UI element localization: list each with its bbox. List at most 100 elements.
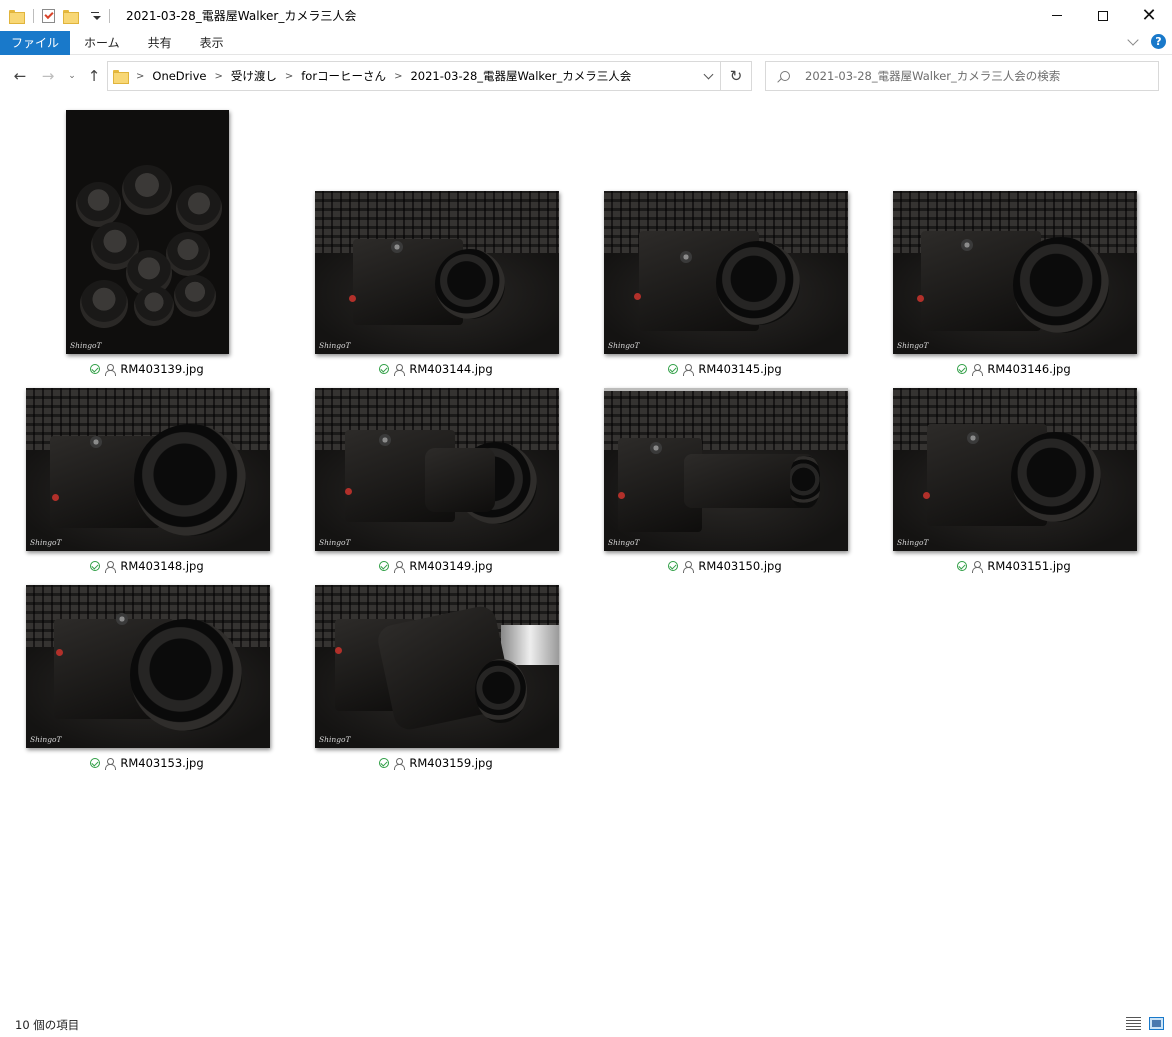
- breadcrumb-for-coffee[interactable]: forコーヒーさん: [301, 68, 386, 84]
- breadcrumb-handover[interactable]: 受け渡し: [231, 68, 277, 84]
- shared-person-icon: [105, 560, 117, 573]
- shared-person-icon: [972, 560, 984, 573]
- item-count: 10 個の項目: [15, 1018, 80, 1032]
- shared-person-icon: [394, 757, 406, 770]
- breadcrumb-onedrive[interactable]: OneDrive: [152, 69, 206, 83]
- watermark: ShingoT: [608, 341, 640, 350]
- help-icon[interactable]: ?: [1151, 34, 1166, 49]
- chevron-right-icon[interactable]: >: [136, 71, 144, 82]
- search-icon: [780, 71, 790, 81]
- tab-file[interactable]: ファイル: [0, 30, 71, 55]
- file-item[interactable]: ShingoT RM403159.jpg: [306, 585, 566, 775]
- photo-detail: [923, 492, 930, 499]
- details-view-icon[interactable]: [1126, 1017, 1141, 1030]
- thumbnail[interactable]: ShingoT: [315, 585, 559, 748]
- watermark: ShingoT: [30, 735, 62, 744]
- customize-toolbar-icon[interactable]: [89, 11, 101, 20]
- thumbnail[interactable]: ShingoT: [66, 110, 229, 354]
- expand-ribbon-icon[interactable]: [1127, 33, 1139, 46]
- chevron-down-icon: ⌄: [68, 71, 76, 81]
- file-item[interactable]: ShingoT RM403150.jpg: [595, 388, 855, 578]
- search-input[interactable]: [805, 69, 1145, 83]
- search-box[interactable]: [765, 61, 1159, 91]
- status-bar: 10 個の項目: [0, 1013, 1172, 1037]
- thumbnail[interactable]: ShingoT: [604, 191, 848, 354]
- chevron-right-icon[interactable]: >: [214, 71, 222, 82]
- watermark: ShingoT: [319, 735, 351, 744]
- recent-locations-button[interactable]: ⌄: [66, 67, 78, 85]
- address-bar[interactable]: > OneDrive > 受け渡し > forコーヒーさん > 2021-03-…: [107, 61, 721, 91]
- photo-detail: [90, 436, 102, 448]
- tab-home[interactable]: ホーム: [70, 31, 134, 55]
- photo-detail: [967, 432, 979, 444]
- forward-button[interactable]: →: [39, 67, 57, 85]
- file-item[interactable]: ShingoT RM403151.jpg: [884, 388, 1144, 578]
- file-item[interactable]: ShingoT RM403146.jpg: [884, 191, 1144, 381]
- lens-photo-shape: [80, 280, 128, 328]
- sync-status-icon: [957, 364, 968, 374]
- photo-detail: [961, 239, 973, 251]
- shared-person-icon: [683, 560, 695, 573]
- thumbnail[interactable]: ShingoT: [893, 388, 1137, 551]
- large-icons-view-icon[interactable]: [1149, 1017, 1164, 1030]
- watermark: ShingoT: [319, 538, 351, 547]
- thumbnail[interactable]: ShingoT: [893, 191, 1137, 354]
- lens-photo-shape: [134, 424, 246, 536]
- photo-detail: [379, 434, 391, 446]
- lens-photo-shape: [790, 456, 820, 508]
- sync-status-icon: [90, 758, 101, 768]
- file-name: RM403149.jpg: [409, 559, 493, 573]
- thumbnail[interactable]: ShingoT: [604, 388, 848, 551]
- window-title: 2021-03-28_電器屋Walker_カメラ三人会: [126, 9, 357, 23]
- maximize-icon: [1098, 10, 1108, 21]
- tab-view[interactable]: 表示: [186, 31, 238, 55]
- file-item[interactable]: ShingoT RM403153.jpg: [17, 585, 277, 775]
- shared-person-icon: [105, 363, 117, 376]
- thumbnail[interactable]: ShingoT: [26, 388, 270, 551]
- shared-person-icon: [394, 560, 406, 573]
- folder-icon: [113, 70, 129, 84]
- tab-share[interactable]: 共有: [134, 31, 186, 55]
- view-toggle: [1126, 1017, 1164, 1030]
- file-item[interactable]: ShingoT RM403148.jpg: [17, 388, 277, 578]
- file-item[interactable]: ShingoT RM403144.jpg: [306, 191, 566, 381]
- refresh-button[interactable]: ↻: [721, 61, 752, 91]
- back-button[interactable]: ←: [11, 67, 29, 85]
- lens-photo-shape: [435, 249, 505, 319]
- lens-photo-shape: [475, 659, 527, 723]
- separator: [109, 8, 110, 23]
- breadcrumb-current-folder[interactable]: 2021-03-28_電器屋Walker_カメラ三人会: [410, 68, 631, 84]
- file-name: RM403144.jpg: [409, 362, 493, 376]
- properties-icon[interactable]: [42, 8, 55, 23]
- lens-photo-shape: [716, 241, 800, 325]
- up-button[interactable]: ↑: [85, 67, 103, 85]
- lens-barrel-photo-shape: [425, 448, 495, 512]
- lens-photo-shape: [122, 165, 172, 215]
- close-button[interactable]: ✕: [1126, 0, 1172, 31]
- address-history-dropdown-icon[interactable]: [703, 69, 714, 80]
- file-item[interactable]: ShingoT RM403145.jpg: [595, 191, 855, 381]
- lens-photo-shape: [1013, 237, 1109, 333]
- thumbnail[interactable]: ShingoT: [315, 191, 559, 354]
- photo-detail: [391, 241, 403, 253]
- chevron-right-icon[interactable]: >: [285, 71, 293, 82]
- photo-detail: [917, 295, 924, 302]
- minimize-button[interactable]: [1034, 0, 1080, 31]
- watermark: ShingoT: [608, 538, 640, 547]
- photo-detail: [335, 647, 342, 654]
- arrow-right-icon: →: [41, 67, 55, 85]
- file-item[interactable]: ShingoT RM403149.jpg: [306, 388, 566, 578]
- lens-photo-shape: [130, 619, 242, 731]
- folder-icon: [9, 9, 25, 24]
- maximize-button[interactable]: [1080, 0, 1126, 31]
- photo-detail: [345, 488, 352, 495]
- thumbnail[interactable]: ShingoT: [315, 388, 559, 551]
- file-name: RM403150.jpg: [698, 559, 782, 573]
- file-label: RM403145.jpg: [595, 362, 855, 376]
- chevron-right-icon[interactable]: >: [394, 71, 402, 82]
- shared-person-icon: [683, 363, 695, 376]
- thumbnail[interactable]: ShingoT: [26, 585, 270, 748]
- file-name: RM403151.jpg: [987, 559, 1071, 573]
- file-item[interactable]: ShingoT RM403139.jpg: [17, 110, 277, 380]
- new-folder-icon[interactable]: [63, 9, 79, 24]
